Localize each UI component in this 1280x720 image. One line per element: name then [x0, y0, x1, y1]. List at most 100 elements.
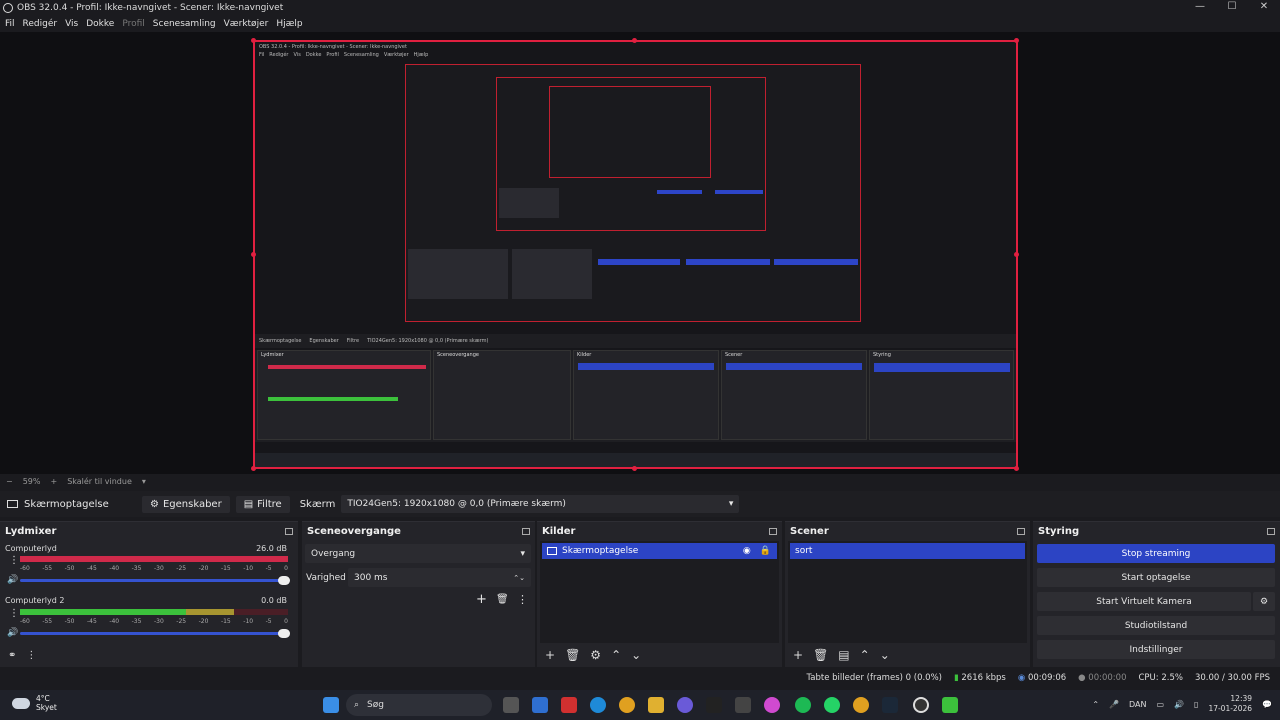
audio-meter — [20, 556, 288, 562]
windows-start-icon[interactable] — [323, 697, 339, 713]
tiktok-icon[interactable] — [706, 697, 722, 713]
clock[interactable]: 12:39 17-01-2026 — [1208, 694, 1252, 714]
trash-icon[interactable]: 🗑 — [565, 648, 580, 662]
filter-icon[interactable]: ▤ — [838, 648, 849, 662]
edge-icon[interactable] — [590, 697, 606, 713]
zoom-out-icon[interactable]: − — [6, 477, 13, 486]
undock-icon[interactable] — [1017, 527, 1025, 535]
maximize-button[interactable]: ☐ — [1216, 0, 1248, 16]
menu-docks[interactable]: Dokke — [86, 19, 114, 29]
menu-help[interactable]: Hjælp — [276, 19, 302, 29]
copilot-icon[interactable] — [764, 697, 780, 713]
meter-tick-label: -30 — [153, 565, 164, 572]
menu-scene-collection[interactable]: Scenesamling — [153, 19, 216, 29]
scale-mode-select[interactable]: Skalér til vindue — [67, 477, 132, 486]
menu-view[interactable]: Vis — [65, 19, 78, 29]
resize-handle[interactable] — [251, 38, 256, 43]
resize-handle[interactable] — [1014, 38, 1019, 43]
menu-tools[interactable]: Værktøjer — [224, 19, 269, 29]
store-icon[interactable] — [735, 697, 751, 713]
kebab-menu-icon[interactable]: ⋮ — [517, 593, 528, 606]
scene-list-item[interactable]: sort — [790, 543, 1025, 559]
kebab-menu-icon[interactable]: ⋮ — [9, 555, 19, 566]
settings-button[interactable]: Indstillinger — [1037, 640, 1275, 659]
lock-icon[interactable]: 🔒 — [760, 546, 771, 556]
add-icon[interactable]: + — [793, 648, 803, 662]
filters-button[interactable]: ▤ Filtre — [235, 495, 290, 513]
display-select[interactable]: TIO24Gen5: 1920x1080 @ 0,0 (Primære skær… — [341, 495, 740, 513]
start-virtual-camera-button[interactable]: Start Virtuelt Kamera — [1037, 592, 1251, 611]
menu-edit[interactable]: Redigér — [23, 19, 58, 29]
task-view-icon[interactable] — [503, 697, 519, 713]
source-list-item[interactable]: Skærmoptagelse ◉ 🔒 — [542, 543, 777, 559]
notification-icon[interactable]: 💬 — [1262, 700, 1272, 709]
speaker-icon[interactable]: 🔊 — [7, 628, 18, 638]
monitor-icon — [7, 500, 18, 508]
taskbar-search[interactable]: ⌕ Søg — [346, 694, 492, 716]
chevron-down-icon[interactable]: ▾ — [142, 477, 146, 486]
add-icon[interactable]: + — [545, 648, 555, 662]
messenger-icon[interactable] — [677, 697, 693, 713]
resize-handle[interactable] — [251, 466, 256, 471]
kebab-menu-icon[interactable]: ⋮ — [9, 608, 19, 619]
menu-profile[interactable]: Profil — [122, 19, 144, 29]
undock-icon[interactable] — [1267, 527, 1275, 535]
close-button[interactable]: ✕ — [1248, 0, 1280, 16]
chrome-icon[interactable] — [619, 697, 635, 713]
window-title: OBS 32.0.4 - Profil: Ikke-navngivet - Sc… — [17, 3, 284, 13]
outlook-icon[interactable] — [532, 697, 548, 713]
undock-icon[interactable] — [522, 527, 530, 535]
menu-file[interactable]: Fil — [5, 19, 15, 29]
resize-handle[interactable] — [1014, 252, 1019, 257]
folder-icon[interactable] — [648, 697, 664, 713]
move-up-icon[interactable]: ⌃ — [611, 648, 621, 662]
properties-button[interactable]: ⚙ Egenskaber — [142, 495, 230, 513]
gear-icon[interactable]: ⚙ — [590, 648, 601, 662]
kebab-menu-icon[interactable]: ⋮ — [26, 650, 36, 661]
display-icon[interactable]: ▭ — [1157, 700, 1165, 709]
meter-tick-label: -50 — [64, 618, 75, 625]
app-icon[interactable] — [561, 697, 577, 713]
language-indicator[interactable]: DAN — [1129, 700, 1146, 709]
minimize-button[interactable]: — — [1184, 0, 1216, 16]
meter-tick-label: -55 — [42, 618, 53, 625]
volume-slider[interactable] — [20, 629, 290, 638]
weather-widget[interactable]: 4°C Skyet — [12, 694, 57, 712]
battery-icon[interactable]: ▯ — [1194, 700, 1198, 709]
zoom-in-icon[interactable]: + — [50, 477, 57, 486]
steam-icon[interactable] — [882, 697, 898, 713]
coin-icon[interactable] — [853, 697, 869, 713]
volume-icon[interactable]: 🔊 — [1174, 700, 1184, 709]
undock-icon[interactable] — [769, 527, 777, 535]
resize-handle[interactable] — [632, 38, 637, 43]
link-icon[interactable]: ⚭ — [8, 650, 16, 661]
source-toolbar: Skærmoptagelse ⚙ Egenskaber ▤ Filtre Skæ… — [0, 491, 1280, 517]
duration-spinbox[interactable]: 300 ms ⌃⌄ — [348, 568, 531, 587]
resize-handle[interactable] — [251, 252, 256, 257]
eye-icon[interactable]: ◉ — [743, 546, 751, 556]
move-up-icon[interactable]: ⌃ — [860, 648, 870, 662]
resize-handle[interactable] — [632, 466, 637, 471]
studio-mode-button[interactable]: Studiotilstand — [1037, 616, 1275, 635]
add-icon[interactable]: + — [476, 592, 487, 607]
obs-taskbar-icon[interactable] — [913, 697, 929, 713]
microphone-icon[interactable]: 🎤 — [1109, 700, 1119, 709]
app-icon[interactable] — [942, 697, 958, 713]
spotify-icon[interactable] — [795, 697, 811, 713]
move-down-icon[interactable]: ⌄ — [631, 648, 641, 662]
nested-title: OBS 32.0.4 - Profil: Ikke-navngivet - Sc… — [259, 44, 407, 50]
chevron-up-icon[interactable]: ⌃ — [1092, 700, 1099, 709]
stop-streaming-button[interactable]: Stop streaming — [1037, 544, 1275, 563]
transition-select[interactable]: Overgang ▾ — [305, 544, 531, 563]
whatsapp-icon[interactable] — [824, 697, 840, 713]
undock-icon[interactable] — [285, 527, 293, 535]
trash-icon[interactable]: 🗑 — [813, 648, 828, 662]
virtual-camera-settings-button[interactable]: ⚙ — [1253, 592, 1275, 611]
resize-handle[interactable] — [1014, 466, 1019, 471]
volume-slider[interactable] — [20, 576, 290, 585]
move-down-icon[interactable]: ⌄ — [880, 648, 890, 662]
trash-icon[interactable]: 🗑 — [496, 594, 509, 605]
speaker-icon[interactable]: 🔊 — [7, 575, 18, 585]
start-recording-button[interactable]: Start optagelse — [1037, 568, 1275, 587]
preview-source-frame[interactable]: OBS 32.0.4 - Profil: Ikke-navngivet - Sc… — [253, 40, 1018, 469]
